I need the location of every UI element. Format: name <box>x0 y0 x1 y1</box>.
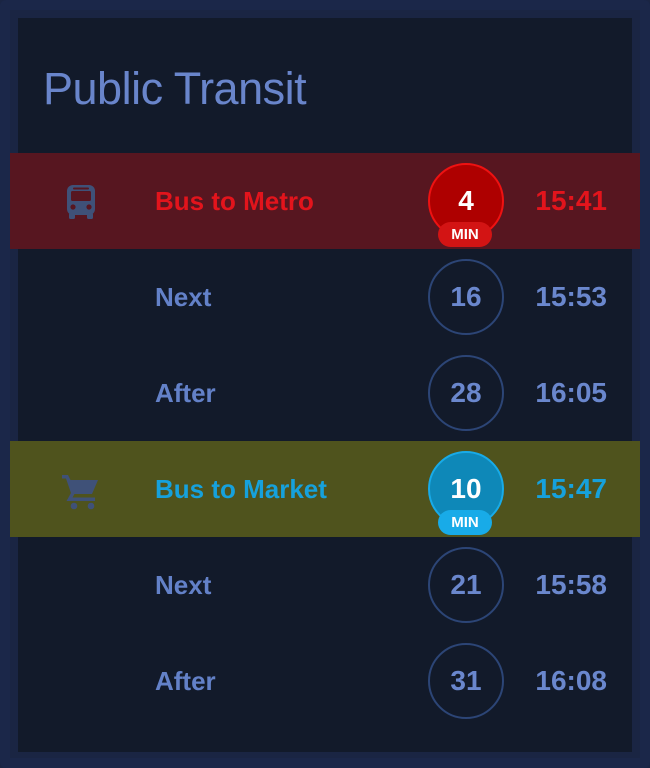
departure-time: 15:41 <box>535 185 607 216</box>
departure-time: 15:58 <box>535 569 607 600</box>
departure-row-after[interactable]: After 31 16:08 <box>10 633 640 729</box>
departure-label: After <box>155 666 216 696</box>
bus-icon <box>67 185 95 219</box>
route-name: Bus to Market <box>155 474 327 504</box>
departure-row-next[interactable]: Next 21 15:58 <box>10 537 640 633</box>
departure-label: Next <box>155 282 212 312</box>
minutes-badge: MIN <box>438 510 492 535</box>
departure-time: 16:08 <box>535 665 607 696</box>
departure-label: Next <box>155 570 212 600</box>
minutes-until-departure: 31 <box>428 643 504 719</box>
route-name: Bus to Metro <box>155 186 314 216</box>
departure-row-after[interactable]: After 28 16:05 <box>10 345 640 441</box>
route-row-bus-to-market[interactable]: Bus to Market 10 MIN 15:47 <box>10 441 640 537</box>
page-title: Public Transit <box>43 63 307 114</box>
departure-label: After <box>155 378 216 408</box>
departure-time: 15:47 <box>535 473 607 504</box>
minutes-until-departure: 28 <box>428 355 504 431</box>
route-row-bus-to-metro[interactable]: Bus to Metro 4 MIN 15:41 <box>10 153 640 249</box>
minutes-until-departure: 16 <box>428 259 504 335</box>
departure-time: 16:05 <box>535 377 607 408</box>
minutes-until-departure: 21 <box>428 547 504 623</box>
departure-time: 15:53 <box>535 281 607 312</box>
shopping-cart-icon <box>62 475 98 510</box>
minutes-badge: MIN <box>438 222 492 247</box>
departure-row-next[interactable]: Next 16 15:53 <box>10 249 640 345</box>
